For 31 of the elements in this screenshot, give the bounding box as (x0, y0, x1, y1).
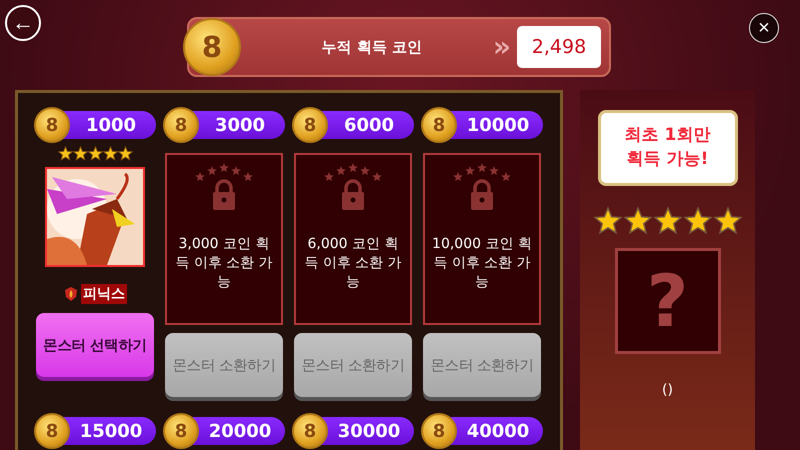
monster-name: 피닉스 (81, 284, 127, 304)
coin-icon: 8 (292, 107, 328, 143)
coin-icon: 8 (292, 413, 328, 449)
star-icon (88, 146, 102, 161)
coin-icon: 8 (421, 413, 457, 449)
coin-icon: 8 (421, 107, 457, 143)
unlock-message: 3,000 코인 획득 이후 소환 가능 (174, 235, 274, 292)
reward-caption: () (662, 382, 673, 398)
star-icon (118, 146, 132, 161)
summon-button[interactable]: 몬스터 소환하기 (294, 333, 412, 397)
coin-icon: 8 (34, 413, 70, 449)
summon-button[interactable]: 몬스터 소환하기 (423, 333, 541, 397)
close-button[interactable]: × (749, 13, 779, 43)
coin-icon: 8 (34, 107, 70, 143)
back-button[interactable]: ← (5, 5, 41, 41)
star-icon (72, 146, 88, 161)
unlock-message: 10,000 코인 획득 이후 소환 가능 (431, 235, 533, 292)
unlock-message: 6,000 코인 획득 이후 소환 가능 (303, 235, 403, 292)
fire-element-icon (63, 286, 79, 302)
coin-icon: 8 (183, 18, 241, 76)
summon-button[interactable]: 몬스터 소환하기 (165, 333, 283, 397)
coin-icon: 8 (163, 413, 199, 449)
coin-icon: 8 (163, 107, 199, 143)
mystery-box: ? (614, 248, 720, 354)
chevron-icon: » (492, 33, 511, 61)
speech-bubble: 최초 1회만 획득 가능! (598, 110, 738, 186)
star-icon (58, 146, 72, 161)
header-title: 누적 획득 코인 (320, 38, 424, 56)
coin-total: 2,498 (517, 26, 601, 68)
star-icon (102, 146, 118, 161)
summon-button[interactable]: 몬스터 선택하기 (36, 313, 154, 377)
